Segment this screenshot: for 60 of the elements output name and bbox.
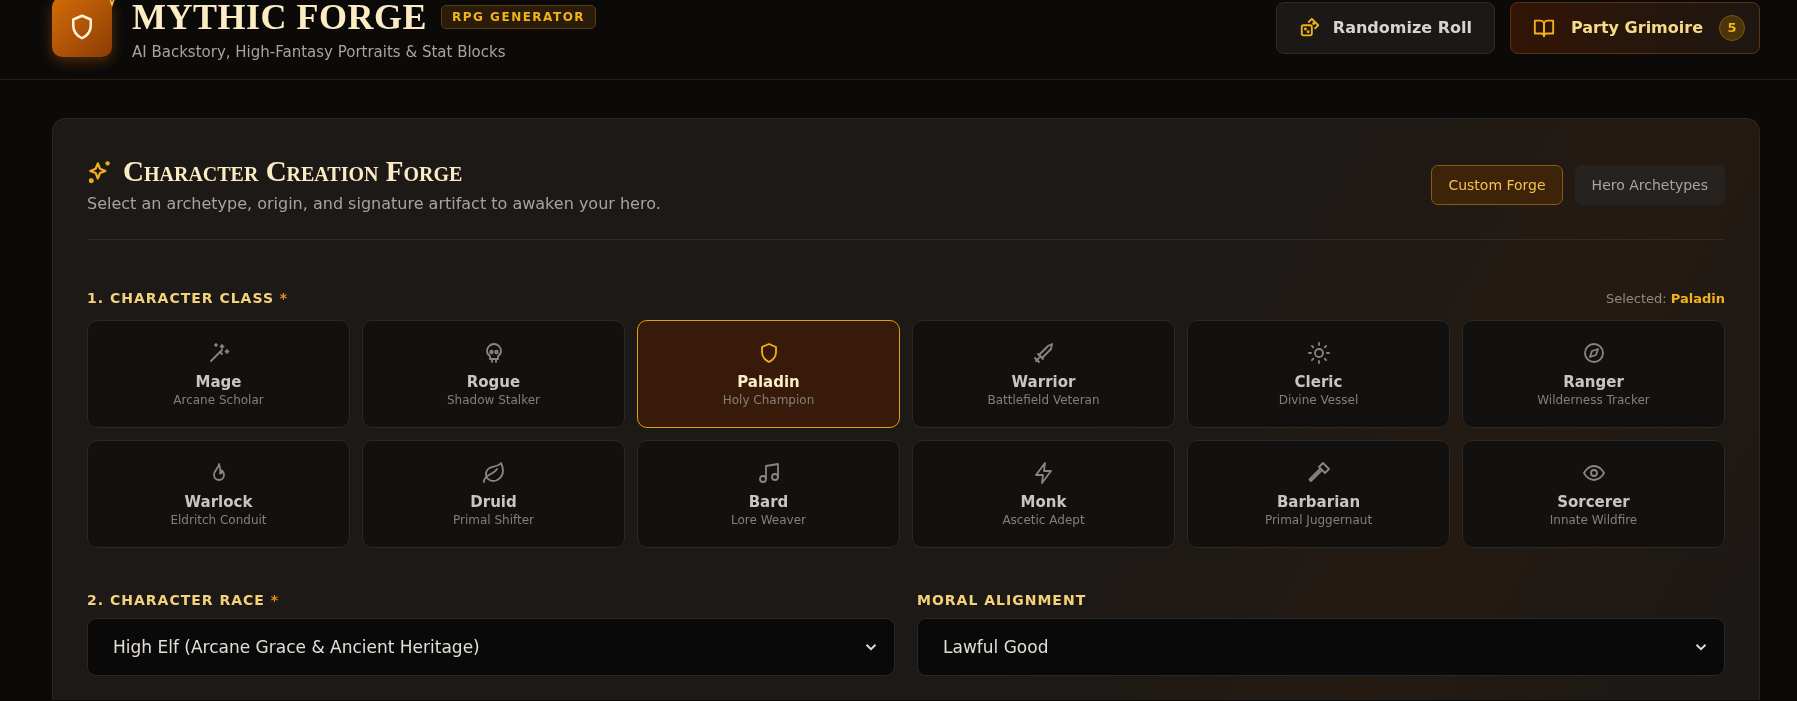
count-badge: 5 bbox=[1719, 14, 1745, 41]
selected-class-text: Selected: Paladin bbox=[1605, 290, 1725, 306]
sun-icon bbox=[1306, 341, 1331, 365]
class-subtitle: Primal Juggernaut bbox=[1264, 513, 1373, 527]
class-subtitle: Battlefield Veteran bbox=[987, 393, 1100, 407]
class-name: Mage bbox=[195, 373, 242, 391]
party-grimoire-button[interactable]: Party Grimoire 5 bbox=[1509, 1, 1760, 54]
hammer-icon bbox=[1306, 461, 1331, 485]
class-card[interactable]: Druid Primal Shifter bbox=[362, 440, 625, 548]
class-name: Sorcerer bbox=[1557, 493, 1630, 511]
dice-icon bbox=[1298, 16, 1321, 39]
class-name: Druid bbox=[470, 493, 517, 511]
class-card[interactable]: Rogue Shadow Stalker bbox=[362, 320, 625, 428]
class-name: Bard bbox=[748, 493, 789, 511]
class-name: Ranger bbox=[1563, 373, 1624, 391]
class-card[interactable]: Barbarian Primal Juggernaut bbox=[1187, 440, 1450, 548]
class-name: Rogue bbox=[466, 373, 521, 391]
class-subtitle: Shadow Stalker bbox=[447, 393, 540, 407]
tab[interactable]: Custom Forge bbox=[1431, 165, 1563, 205]
class-subtitle: Holy Champion bbox=[722, 393, 815, 407]
race-label: 2. CHARACTER RACE * bbox=[87, 592, 281, 608]
sparkles-icon bbox=[87, 158, 113, 185]
class-name: Monk bbox=[1020, 493, 1067, 511]
alignment-select[interactable]: Lawful Good bbox=[917, 618, 1725, 676]
class-card[interactable]: Sorcerer Innate Wildfire bbox=[1462, 440, 1725, 548]
randomize-button[interactable]: Randomize Roll bbox=[1275, 1, 1495, 54]
class-subtitle: Wilderness Tracker bbox=[1537, 393, 1650, 407]
class-subtitle: Divine Vessel bbox=[1278, 393, 1359, 407]
class-card[interactable]: Warlock Eldritch Conduit bbox=[87, 440, 350, 548]
class-subtitle: Eldritch Conduit bbox=[170, 513, 267, 527]
compass-icon bbox=[1581, 341, 1606, 365]
class-name: Cleric bbox=[1294, 373, 1343, 391]
forge-title: Character Creation Forge bbox=[123, 155, 463, 188]
class-subtitle: Innate Wildfire bbox=[1549, 513, 1638, 527]
class-card[interactable]: Ranger Wilderness Tracker bbox=[1462, 320, 1725, 428]
app-subtitle: AI Backstory, High-Fantasy Portraits & Stat Blocks bbox=[132, 42, 507, 61]
tab[interactable]: Hero Archetypes bbox=[1574, 165, 1725, 205]
music-notes-icon bbox=[756, 461, 781, 485]
class-subtitle: Ascetic Adept bbox=[1002, 513, 1085, 527]
class-card[interactable]: Mage Arcane Scholar bbox=[87, 320, 350, 428]
alignment-label: MORAL ALIGNMENT bbox=[917, 592, 1088, 608]
app-badge: RPG GENERATOR bbox=[441, 4, 597, 29]
class-name: Warlock bbox=[184, 493, 253, 511]
class-card[interactable]: Bard Lore Weaver bbox=[637, 440, 900, 548]
class-card[interactable]: Paladin Holy Champion bbox=[637, 320, 900, 428]
class-card[interactable]: Cleric Divine Vessel bbox=[1187, 320, 1450, 428]
class-subtitle: Arcane Scholar bbox=[173, 393, 264, 407]
class-subtitle: Primal Shifter bbox=[452, 513, 535, 527]
app-title: MYTHIC FORGE bbox=[132, 0, 427, 37]
forge-subtitle: Select an archetype, origin, and signature artifact to awaken your hero. bbox=[87, 194, 661, 213]
class-name: Paladin bbox=[737, 373, 800, 391]
leaf-icon bbox=[481, 461, 506, 485]
sword-icon bbox=[1031, 341, 1056, 365]
class-name: Barbarian bbox=[1276, 493, 1361, 511]
race-select[interactable]: High Elf (Arcane Grace & Ancient Heritage) bbox=[87, 618, 895, 676]
class-card[interactable]: Warrior Battlefield Veteran bbox=[912, 320, 1175, 428]
class-name: Warrior bbox=[1011, 373, 1076, 391]
section-label: 1. CHARACTER CLASS * bbox=[87, 290, 289, 306]
class-card[interactable]: Monk Ascetic Adept bbox=[912, 440, 1175, 548]
class-subtitle: Lore Weaver bbox=[731, 513, 806, 527]
